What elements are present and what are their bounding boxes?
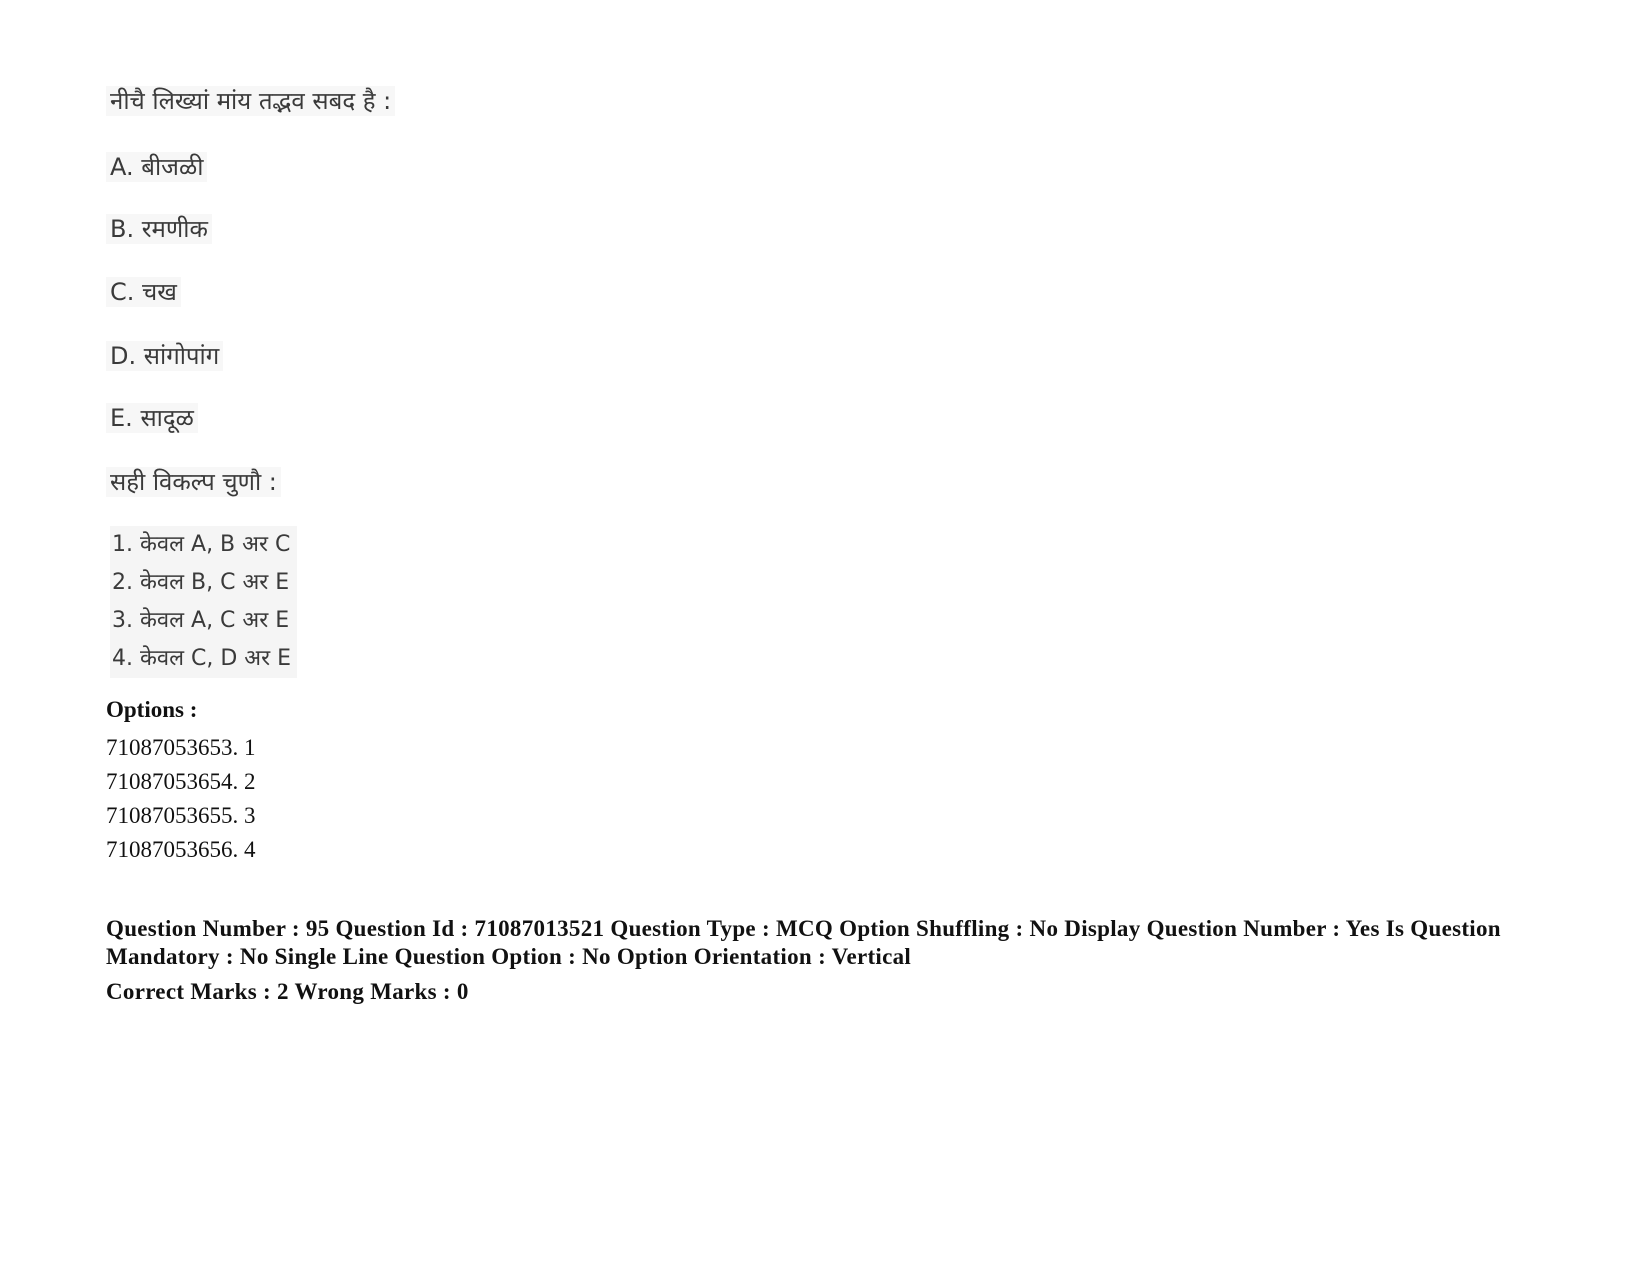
statement-label: A. [110, 153, 134, 181]
choice-item: 4. केवल C, D अर E [112, 646, 292, 671]
option-id-list: 71087053653. 1 71087053654. 2 7108705365… [106, 731, 256, 867]
statement-text: बीजळी [141, 153, 204, 181]
choice-item: 2. केवल B, C अर E [112, 570, 290, 595]
option-id-item: 71087053655. 3 [106, 803, 256, 828]
statement-c: C. चख [106, 277, 181, 307]
options-label: Options : [106, 697, 198, 722]
choose-prompt: सही विकल्प चुणौ : [106, 467, 281, 497]
question-metadata: Question Number : 95 Question Id : 71087… [106, 916, 1501, 969]
statement-label: C. [110, 278, 135, 306]
option-id-item: 71087053656. 4 [106, 837, 256, 862]
statement-b: B. रमणीक [106, 214, 212, 244]
statement-label: B. [110, 215, 135, 243]
statement-a: A. बीजळी [106, 152, 208, 182]
question-title: नीचै लिख्यां मांय तद्भव सबद है : [106, 86, 396, 116]
option-id-item: 71087053654. 2 [106, 769, 256, 794]
statement-e: E. सादूळ [106, 403, 198, 433]
marks-info: Correct Marks : 2 Wrong Marks : 0 [106, 979, 469, 1004]
choice-item: 3. केवल A, C अर E [112, 608, 290, 633]
statement-text: चख [142, 278, 177, 306]
choice-list: 1. केवल A, B अर C 2. केवल B, C अर E 3. क… [110, 526, 298, 678]
statement-text: सांगोपांग [143, 342, 220, 370]
statement-label: E. [110, 404, 133, 432]
statement-text: सादूळ [140, 404, 194, 432]
choice-item: 1. केवल A, B अर C [112, 532, 291, 557]
option-id-item: 71087053653. 1 [106, 735, 256, 760]
statement-d: D. सांगोपांग [106, 341, 224, 371]
statement-label: D. [110, 342, 137, 370]
statement-text: रमणीक [141, 215, 208, 243]
